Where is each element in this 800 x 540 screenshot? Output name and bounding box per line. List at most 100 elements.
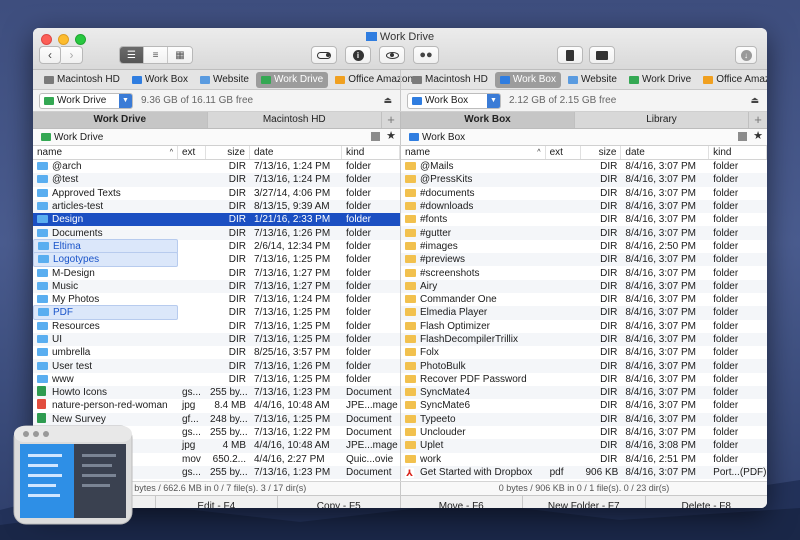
tab-library[interactable]: Library (575, 112, 749, 128)
file-row[interactable]: SyncMate6 DIR 8/4/16, 3:07 PM folder (401, 399, 767, 412)
forward-button[interactable]: › (61, 46, 83, 64)
drive-selector-right[interactable]: Work Box ▼ (407, 92, 501, 109)
file-row[interactable]: PhotoBulk DIR 8/4/16, 3:07 PM folder (401, 359, 767, 373)
file-row[interactable]: SyncMate4 DIR 8/4/16, 3:07 PM folder (401, 386, 767, 400)
column-size[interactable]: size (581, 146, 622, 159)
file-row[interactable]: PDF DIR 7/13/16, 1:25 PM folder (33, 305, 400, 321)
file-size: DIR (600, 360, 618, 372)
favorite-work-box[interactable]: Work Box (127, 72, 193, 88)
file-row[interactable]: #previews DIR 8/4/16, 3:07 PM folder (401, 253, 767, 267)
file-row[interactable]: #downloads DIR 8/4/16, 3:07 PM folder (401, 199, 767, 214)
column-size[interactable]: size (206, 146, 250, 159)
file-row[interactable]: M-Design DIR 7/13/16, 1:27 PM folder (33, 266, 400, 279)
list-view-button[interactable]: ☰ (120, 47, 144, 63)
file-row[interactable]: Resources DIR 7/13/16, 1:25 PM folder (33, 320, 400, 333)
function-key-edit-f4[interactable]: Edit - F4 (156, 496, 278, 508)
file-row[interactable]: Music DIR 7/13/16, 1:27 PM folder (33, 279, 400, 293)
download-button[interactable]: ↓ (735, 46, 757, 64)
file-row[interactable]: #gutter DIR 8/4/16, 3:07 PM folder (401, 226, 767, 240)
favorite-macintosh-hd[interactable]: Macintosh HD (39, 72, 125, 88)
tab-macintosh-hd[interactable]: Macintosh HD (208, 112, 382, 128)
file-row[interactable]: Logotypes DIR 7/13/16, 1:25 PM folder (33, 252, 400, 268)
star-icon[interactable]: ★ (753, 131, 763, 142)
favorite-work-drive[interactable]: Work Drive (255, 71, 329, 88)
file-row[interactable]: work DIR 8/4/16, 2:51 PM folder (401, 453, 767, 466)
drive-selector-left[interactable]: Work Drive ▼ (39, 92, 133, 109)
column-ext[interactable]: ext (178, 146, 206, 159)
file-size: DIR (228, 334, 246, 345)
column-kind[interactable]: kind (342, 146, 400, 159)
tab-work-drive[interactable]: Work Drive (33, 112, 208, 128)
file-row[interactable]: FlashDecompilerTrillix DIR 8/4/16, 3:07 PM… (401, 332, 767, 347)
column-date[interactable]: date (250, 146, 342, 159)
file-row[interactable]: Eltima DIR 2/6/14, 12:34 PM folder (33, 238, 400, 254)
file-row[interactable]: @test DIR 7/13/16, 1:24 PM folder (33, 173, 400, 187)
panel-toggle-icon[interactable] (371, 132, 381, 141)
file-row[interactable]: Design DIR 1/21/16, 2:33 PM folder (33, 213, 400, 227)
file-row[interactable]: Howto Icons gs... 255 by... 7/13/16, 1:23 P… (33, 386, 400, 400)
info-button[interactable]: i (345, 46, 371, 64)
file-row[interactable]: Commander One DIR 8/4/16, 3:07 PM folder (401, 293, 767, 306)
column-kind[interactable]: kind (709, 146, 767, 159)
add-tab-button[interactable]: + (382, 112, 400, 128)
file-row[interactable]: Flash Optimizer DIR 8/4/16, 3:07 PM folder (401, 320, 767, 333)
file-row[interactable]: #documents DIR 8/4/16, 3:07 PM folder (401, 187, 767, 200)
function-key-copy-f5[interactable]: Copy - F5 (278, 496, 401, 508)
file-row[interactable]: Elmedia Player DIR 8/4/16, 3:07 PM folder (401, 306, 767, 320)
file-row[interactable]: #images DIR 8/4/16, 2:50 PM folder (401, 240, 767, 253)
star-icon[interactable]: ★ (386, 131, 396, 142)
file-row[interactable]: #screenshots DIR 8/4/16, 3:07 PM folder (401, 266, 767, 279)
toggle-hidden-button[interactable] (311, 46, 337, 64)
eject-icon[interactable]: ⏏ (750, 95, 759, 106)
add-tab-button[interactable]: + (749, 112, 767, 128)
file-row[interactable]: UI DIR 7/13/16, 1:25 PM folder (33, 332, 400, 347)
file-row[interactable]: ⅄ Get Started with Dropbox pdf 906 KB 8/4/16… (401, 465, 767, 480)
column-ext[interactable]: ext (546, 146, 582, 159)
back-button[interactable]: ‹ (39, 46, 61, 64)
file-row[interactable]: umbrella DIR 8/25/16, 3:57 PM folder (33, 346, 400, 359)
favorite-work-box[interactable]: Work Box (494, 71, 561, 88)
file-row[interactable]: #fonts DIR 8/4/16, 3:07 PM folder (401, 213, 767, 226)
file-row[interactable]: Recover PDF Password DIR 8/4/16, 3:07 PM fo… (401, 373, 767, 386)
columns-view-button[interactable]: ≡ (144, 47, 168, 63)
favorite-office-amazon[interactable]: Office Amazon (698, 72, 767, 88)
file-row[interactable]: Approved Texts DIR 3/27/14, 4:06 PM folder (33, 187, 400, 200)
column-name[interactable]: name ^ (33, 146, 178, 159)
tab-work-box[interactable]: Work Box (401, 112, 575, 128)
search-button[interactable]: ●● (413, 46, 439, 64)
favorite-website[interactable]: Website (563, 72, 622, 88)
file-row[interactable]: Folx DIR 8/4/16, 3:07 PM folder (401, 346, 767, 359)
column-name[interactable]: name ^ (401, 146, 546, 159)
right-pane: name ^ ext size date kind @Mails DIR 8/4/16… (400, 146, 767, 481)
function-key-delete-f8[interactable]: Delete - F8 (646, 496, 768, 508)
file-row[interactable]: articles-test DIR 8/13/15, 9:39 AM folder (33, 199, 400, 214)
file-row[interactable]: My Photos DIR 7/13/16, 1:24 PM folder (33, 293, 400, 306)
file-date: 8/4/16, 3:07 PM (625, 187, 697, 199)
file-row[interactable]: User test DIR 7/13/16, 1:26 PM folder (33, 359, 400, 373)
file-row[interactable]: @PressKits DIR 8/4/16, 3:07 PM folder (401, 173, 767, 187)
terminal-button[interactable] (589, 46, 615, 64)
file-name: ⅄ Get Started with Dropbox (401, 466, 546, 479)
file-row[interactable]: Documents DIR 7/13/16, 1:26 PM folder (33, 226, 400, 240)
icons-view-button[interactable]: ▦ (168, 47, 192, 63)
quick-look-button[interactable] (379, 46, 405, 64)
file-row[interactable]: Airy DIR 8/4/16, 3:07 PM folder (401, 279, 767, 293)
favorite-website[interactable]: Website (195, 72, 254, 88)
file-row[interactable]: Unclouder DIR 8/4/16, 3:07 PM folder (401, 426, 767, 439)
file-row[interactable]: Uplet DIR 8/4/16, 3:08 PM folder (401, 439, 767, 453)
file-row[interactable]: @Mails DIR 8/4/16, 3:07 PM folder (401, 160, 767, 173)
file-row[interactable]: www DIR 7/13/16, 1:25 PM folder (33, 373, 400, 386)
file-row[interactable]: @arch DIR 7/13/16, 1:24 PM folder (33, 160, 400, 173)
function-key-new-folder-f7[interactable]: New Folder - F7 (523, 496, 646, 508)
google-drive-icon (41, 133, 51, 141)
panel-toggle-icon[interactable] (738, 132, 748, 141)
column-date[interactable]: date (621, 146, 710, 159)
function-key-move-f6[interactable]: Move - F6 (401, 496, 523, 508)
file-row[interactable]: nature-person-red-woman jpg 8.4 MB 4/4/16, … (33, 399, 400, 412)
eject-icon[interactable]: ⏏ (383, 95, 392, 106)
tabs-right: Work Box Library + (400, 112, 767, 128)
favorite-work-drive[interactable]: Work Drive (624, 72, 696, 88)
file-row[interactable]: Typeeto DIR 8/4/16, 3:07 PM folder (401, 412, 767, 426)
archive-button[interactable] (557, 46, 583, 64)
favorite-macintosh-hd[interactable]: Macintosh HD (407, 72, 493, 88)
